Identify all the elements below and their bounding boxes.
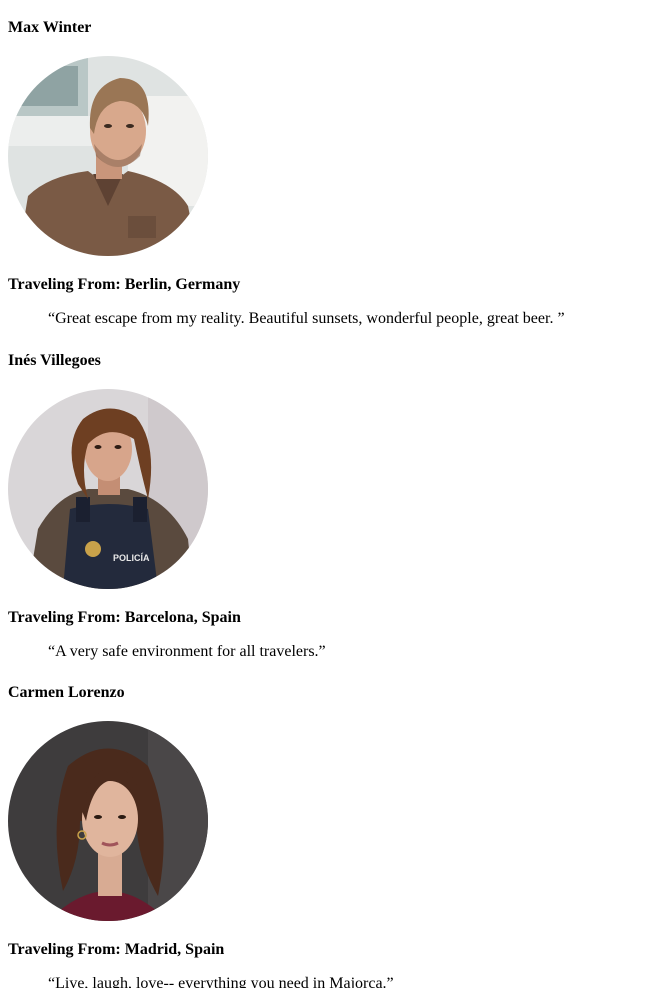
testimonials-page: Max Winter Traveling From: Berlin, Germa… <box>0 0 660 988</box>
traveler-name: Max Winter <box>8 19 92 36</box>
traveler-photo: POLICÍA <box>8 389 208 589</box>
vest-lettering: POLICÍA <box>113 553 150 563</box>
traveler-quote: “A very safe environment for all travele… <box>48 643 326 660</box>
traveler-quote: “Live, laugh, love-- everything you need… <box>48 975 394 988</box>
woman-portrait-image <box>8 721 208 921</box>
traveler-name: Carmen Lorenzo <box>8 684 125 701</box>
man-portrait-image <box>8 56 208 256</box>
traveler-quote: “Great escape from my reality. Beautiful… <box>48 310 565 327</box>
traveler-origin: Traveling From: Madrid, Spain <box>8 941 225 958</box>
traveler-origin: Traveling From: Berlin, Germany <box>8 276 241 293</box>
traveler-origin: Traveling From: Barcelona, Spain <box>8 609 241 626</box>
traveler-photo <box>8 721 208 921</box>
woman-police-portrait-image: POLICÍA <box>8 389 208 589</box>
traveler-name: Inés Villegoes <box>8 352 101 369</box>
traveler-photo <box>8 56 208 256</box>
